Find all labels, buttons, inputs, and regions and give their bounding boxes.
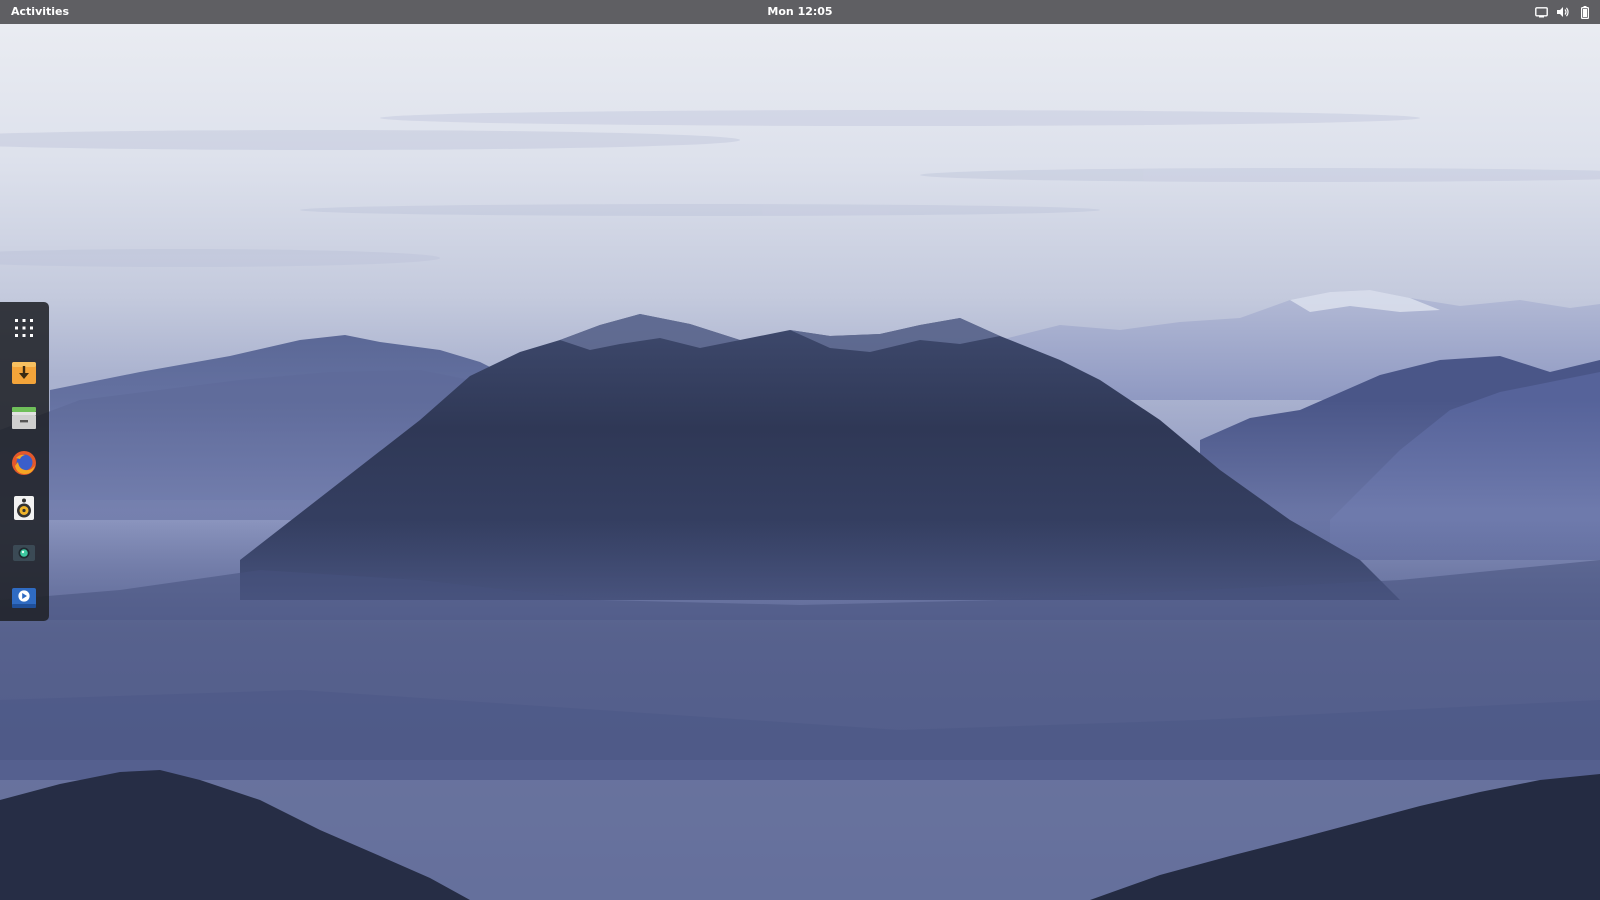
- show-applications-button[interactable]: [6, 310, 42, 346]
- rhythmbox-speaker-icon: [14, 496, 34, 520]
- volume-icon[interactable]: [1554, 3, 1572, 21]
- software-download-icon: [12, 362, 36, 384]
- video-player-icon: [12, 588, 36, 608]
- dock-item-software[interactable]: [6, 355, 42, 391]
- dock-item-cheese[interactable]: [6, 535, 42, 571]
- activities-button[interactable]: Activities: [0, 0, 80, 24]
- wallpaper: [0, 0, 1600, 900]
- dock-item-files[interactable]: [6, 400, 42, 436]
- desktop: Activities Mon 12:05: [0, 0, 1600, 900]
- display-icon[interactable]: [1532, 3, 1550, 21]
- clock-button[interactable]: Mon 12:05: [759, 0, 840, 24]
- file-manager-icon: [12, 407, 36, 429]
- dock-item-videos[interactable]: [6, 580, 42, 616]
- dock-item-firefox[interactable]: [6, 445, 42, 481]
- system-tray[interactable]: [1532, 0, 1594, 24]
- firefox-icon: [12, 451, 36, 475]
- top-bar: Activities Mon 12:05: [0, 0, 1600, 24]
- dash-dock: [0, 302, 49, 621]
- app-grid-icon: [15, 319, 33, 337]
- battery-icon[interactable]: [1576, 3, 1594, 21]
- dock-item-rhythmbox[interactable]: [6, 490, 42, 526]
- cheese-camera-icon: [13, 545, 35, 561]
